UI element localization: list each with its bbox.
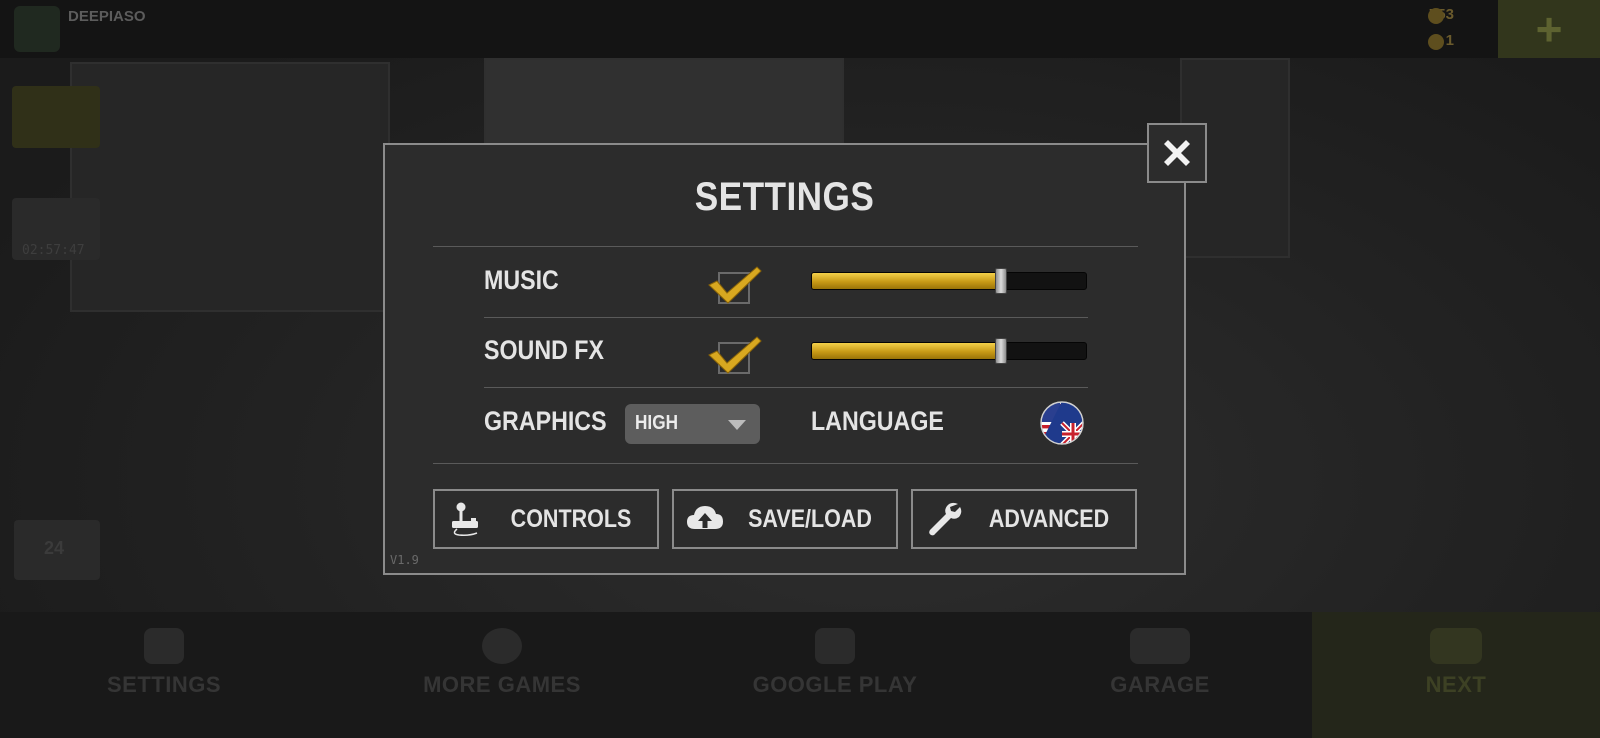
us-uk-flag-icon: [1040, 401, 1084, 445]
settings-dialog: SETTINGS MUSIC SOUND FX GRAPHICS HIGH LA…: [383, 143, 1186, 575]
nav-next-label: NEXT: [1425, 672, 1487, 697]
box-timer: 02:57:47: [22, 243, 85, 258]
nav-more-games-label: MORE GAMES: [423, 672, 581, 697]
nav-settings[interactable]: SETTINGS: [64, 612, 264, 738]
graphics-label: GRAPHICS: [484, 406, 607, 436]
nav-garage[interactable]: GARAGE: [1060, 612, 1260, 738]
advanced-label: ADVANCED: [988, 505, 1110, 533]
music-checkbox[interactable]: [707, 263, 762, 307]
save-load-button[interactable]: SAVE/LOAD: [672, 489, 898, 549]
save-load-label: SAVE/LOAD: [748, 505, 872, 533]
graphics-value: HIGH: [635, 412, 678, 434]
settings-title: SETTINGS: [694, 175, 875, 219]
music-slider-knob[interactable]: [995, 268, 1007, 294]
music-label: MUSIC: [484, 265, 559, 295]
sound-fx-slider-fill: [812, 343, 1000, 359]
language-flag-button[interactable]: [1040, 401, 1084, 445]
close-button[interactable]: [1147, 123, 1207, 183]
joystick-icon: [452, 502, 478, 536]
nav-google-play-label: GOOGLE PLAY: [752, 672, 918, 697]
wrench-icon: [929, 502, 962, 536]
controls-button[interactable]: CONTROLS: [433, 489, 659, 549]
sound-fx-label: SOUND FX: [484, 335, 604, 365]
sound-fx-volume-slider[interactable]: [811, 338, 1087, 364]
divider-music: [484, 317, 1088, 318]
arrow-right-icon: [1430, 628, 1482, 664]
music-volume-slider[interactable]: [811, 268, 1087, 294]
nav-next[interactable]: NEXT: [1312, 612, 1600, 738]
scooter-icon: [1130, 628, 1190, 664]
bottom-nav: SETTINGS MORE GAMES GOOGLE PLAY GARAGE N…: [0, 612, 1600, 738]
gold-icon: [1428, 34, 1444, 50]
coin-icon: [1428, 8, 1444, 24]
nav-google-play[interactable]: GOOGLE PLAY: [720, 612, 950, 738]
add-currency-button[interactable]: +: [1498, 0, 1600, 58]
graphics-dropdown[interactable]: HIGH: [625, 404, 760, 444]
nav-more-games[interactable]: MORE GAMES: [392, 612, 612, 738]
version-label: V1.9: [390, 553, 419, 567]
check-icon: [708, 336, 762, 374]
player-name: DEEPIASO: [68, 8, 146, 25]
divider-sfx: [484, 387, 1088, 388]
sound-fx-slider-knob[interactable]: [995, 338, 1007, 364]
gift-icon[interactable]: [12, 86, 100, 148]
nav-garage-label: GARAGE: [1110, 672, 1210, 697]
controls-label: CONTROLS: [510, 505, 632, 533]
chevron-down-icon: [728, 420, 746, 430]
gamepad-icon: [815, 628, 855, 664]
clock-icon[interactable]: 24: [14, 520, 100, 580]
scene-billboard-left: [70, 62, 390, 312]
avatar: [14, 6, 60, 52]
clock-badge: 24: [44, 538, 65, 558]
music-slider-fill: [812, 273, 1000, 289]
nav-settings-label: SETTINGS: [106, 672, 221, 697]
close-icon: [1164, 140, 1190, 166]
sound-fx-checkbox[interactable]: [707, 333, 762, 377]
language-label: LANGUAGE: [811, 406, 944, 436]
dots-icon: [482, 628, 522, 664]
top-bar: DEEPIASO 753 1 +: [0, 0, 1600, 58]
scene-billboard-center: [484, 58, 844, 148]
gold-count: 1: [1445, 32, 1454, 49]
cloud-upload-icon: [687, 506, 723, 529]
check-icon: [708, 266, 762, 304]
divider-bottom: [433, 463, 1138, 464]
gear-icon: [144, 628, 184, 664]
divider-top: [433, 246, 1138, 247]
advanced-button[interactable]: ADVANCED: [911, 489, 1137, 549]
